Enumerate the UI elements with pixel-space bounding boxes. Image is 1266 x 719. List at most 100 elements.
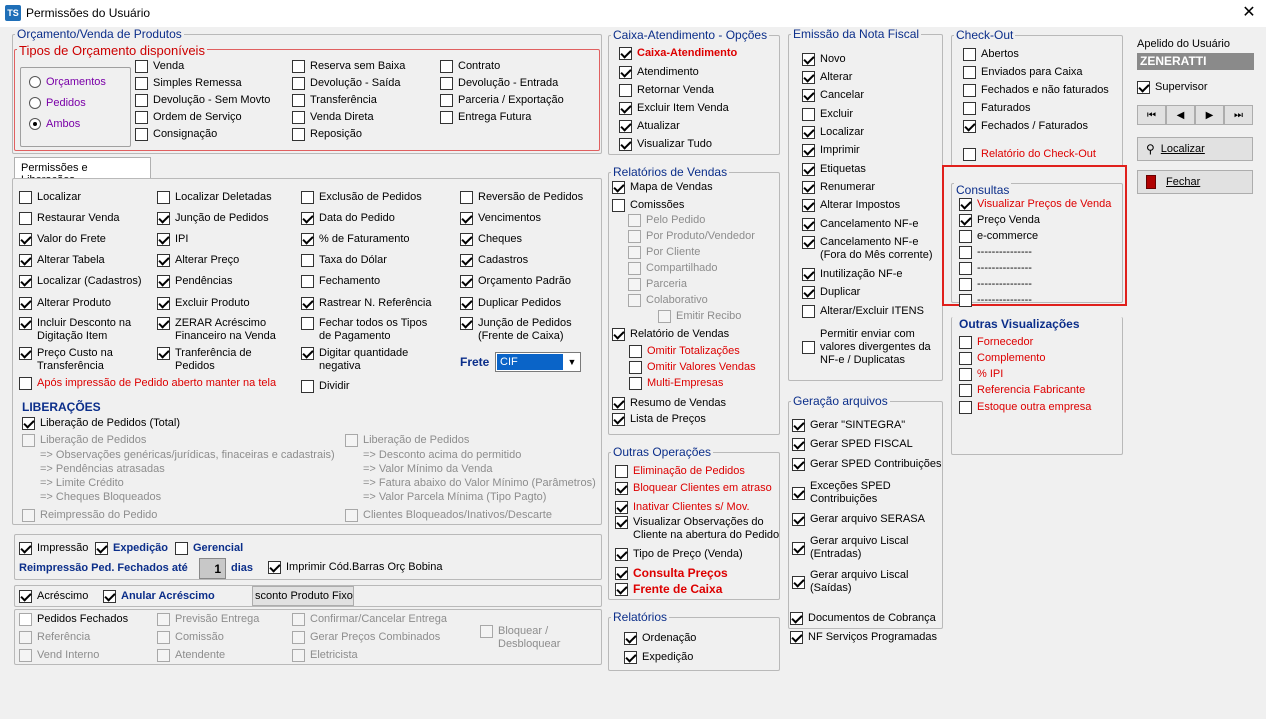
cb-restaurar-venda[interactable]: Restaurar Venda (19, 212, 120, 225)
cb-consulta-placeholder[interactable]: --------------- (959, 294, 1032, 307)
cb-fechar-tipos[interactable]: Fechar todos os Tipos de Pagamento (301, 317, 436, 343)
cb-comissao[interactable]: Comissão (157, 631, 224, 644)
cb-consulta-placeholder[interactable]: --------------- (959, 246, 1032, 259)
cb-juncao-frente-caixa[interactable]: Junção de Pedidos (Frente de Caixa) (460, 317, 580, 343)
cb-percent-ipi[interactable]: % IPI (959, 368, 1003, 381)
cb-acrescimo[interactable]: Acréscimo (19, 590, 88, 603)
cb-orcamento-padrao[interactable]: Orçamento Padrão (460, 275, 571, 288)
cb-bloquear-desbloquear[interactable]: Bloquear / Desbloquear (480, 625, 580, 651)
cb-alterar-produto[interactable]: Alterar Produto (19, 297, 111, 310)
cb-nf-cancelar[interactable]: Cancelar (802, 89, 864, 102)
cb-estoque-outra[interactable]: Estoque outra empresa (959, 401, 1091, 414)
cb-liberacao-left[interactable]: Liberação de Pedidos (22, 434, 146, 447)
cb-valor-frete[interactable]: Valor do Frete (19, 233, 106, 246)
cb-data-pedido[interactable]: Data do Pedido (301, 212, 395, 225)
cb-visualizar-obs[interactable]: Visualizar Observações do Cliente na abe… (615, 516, 780, 542)
frete-select[interactable]: CIF ▼ (495, 352, 581, 372)
cb-liberacao-total[interactable]: Liberação de Pedidos (Total) (22, 417, 180, 430)
cb-cadastros[interactable]: Cadastros (460, 254, 528, 267)
cb-reserva[interactable]: Reserva sem Baixa (292, 60, 405, 73)
cb-liscal-entradas[interactable]: Gerar arquivo Liscal (Entradas) (792, 535, 932, 561)
cb-preco-custo[interactable]: Preço Custo na Transferência (19, 347, 137, 373)
cb-sped-fiscal[interactable]: Gerar SPED FISCAL (792, 438, 913, 451)
cb-retornar-venda[interactable]: Retornar Venda (619, 84, 714, 97)
cb-parceria-exportacao[interactable]: Parceria / Exportação (440, 94, 564, 107)
cb-documentos-cobranca[interactable]: Documentos de Cobrança (790, 612, 936, 625)
cb-previsao-entrega[interactable]: Previsão Entrega (157, 613, 259, 626)
cb-expedicao[interactable]: Expedição (95, 542, 168, 555)
cb-visualizar-precos[interactable]: Visualizar Preços de Venda (959, 198, 1111, 211)
localizar-button[interactable]: ⚲ Localizar (1137, 137, 1253, 161)
cb-atualizar[interactable]: Atualizar (619, 120, 680, 133)
cb-localizar-deletadas[interactable]: Localizar Deletadas (157, 191, 272, 204)
cb-omitir-totalizacoes[interactable]: Omitir Totalizações (629, 345, 740, 358)
cb-nf-excluir[interactable]: Excluir (802, 108, 853, 121)
cb-excluir-produto[interactable]: Excluir Produto (157, 297, 250, 310)
cb-gerar-precos[interactable]: Gerar Preços Combinados (292, 631, 440, 644)
cb-tranferencia-pedidos[interactable]: Tranferência de Pedidos (157, 347, 267, 373)
cb-digitar-negativa[interactable]: Digitar quantidade negativa (301, 347, 421, 373)
cb-preco-venda[interactable]: Preço Venda (959, 214, 1040, 227)
cb-consulta-placeholder[interactable]: --------------- (959, 262, 1032, 275)
cb-nf-alterar-itens[interactable]: Alterar/Excluir ITENS (802, 305, 924, 318)
cb-zerar-acrescimo[interactable]: ZERAR Acréscimo Financeiro na Venda (157, 317, 282, 343)
cb-tipo-preco[interactable]: Tipo de Preço (Venda) (615, 548, 743, 561)
cb-nf-cancelamento-fora[interactable]: Cancelamento NF-e (Fora do Mês corrente) (802, 236, 940, 262)
cb-nf-permitir-divergentes[interactable]: Permitir enviar com valores divergentes … (802, 328, 940, 367)
fechar-button[interactable]: Fechar (1137, 170, 1253, 194)
cb-contrato[interactable]: Contrato (440, 60, 500, 73)
cb-compartilhado[interactable]: Compartilhado (628, 262, 718, 275)
cb-eletricista[interactable]: Eletricista (292, 649, 358, 662)
cb-exclusao-pedidos[interactable]: Exclusão de Pedidos (301, 191, 422, 204)
cb-complemento[interactable]: Complemento (959, 352, 1045, 365)
cb-cheques[interactable]: Cheques (460, 233, 522, 246)
cb-clientes-bloqueados[interactable]: Clientes Bloqueados/Inativos/Descarte (345, 509, 552, 522)
cb-mapa-vendas[interactable]: Mapa de Vendas (612, 181, 713, 194)
cb-sintegra[interactable]: Gerar "SINTEGRA" (792, 419, 905, 432)
cb-simples-remessa[interactable]: Simples Remessa (135, 77, 242, 90)
radio-orcamentos[interactable]: Orçamentos (29, 76, 106, 88)
cb-nf-duplicar[interactable]: Duplicar (802, 286, 860, 299)
cb-pedidos-fechados[interactable]: Pedidos Fechados (19, 613, 128, 626)
cb-expedicao-rel[interactable]: Expedição (624, 651, 693, 664)
cb-fechamento[interactable]: Fechamento (301, 275, 380, 288)
cb-taxa-dolar[interactable]: Taxa do Dólar (301, 254, 387, 267)
cb-imprimir-barras[interactable]: Imprimir Cód.Barras Orç Bobina (268, 561, 443, 574)
desconto-fixo-button[interactable]: sconto Produto Fixo (252, 586, 354, 606)
cb-supervisor[interactable]: Supervisor (1137, 81, 1208, 94)
cb-emitir-recibo[interactable]: Emitir Recibo (658, 310, 741, 323)
cb-frente-caixa[interactable]: Frente de Caixa (615, 583, 722, 596)
cb-enviados-caixa[interactable]: Enviados para Caixa (963, 66, 1083, 79)
tab-permissoes[interactable]: Permissões e Liberações (14, 157, 151, 186)
cb-nf-novo[interactable]: Novo (802, 53, 846, 66)
cb-reposicao[interactable]: Reposição (292, 128, 362, 141)
prev-record-icon[interactable]: ◀ (1166, 105, 1195, 125)
cb-reversao[interactable]: Reversão de Pedidos (460, 191, 583, 204)
cb-multi-empresas[interactable]: Multi-Empresas (629, 377, 723, 390)
cb-nf-inutilizacao[interactable]: Inutilização NF-e (802, 268, 903, 281)
cb-excluir-item-venda[interactable]: Excluir Item Venda (619, 102, 729, 115)
cb-pendencias[interactable]: Pendências (157, 275, 233, 288)
cb-excecoes-sped[interactable]: Exceções SPED Contribuições (792, 480, 932, 506)
cb-faturamento[interactable]: % de Faturamento (301, 233, 410, 246)
cb-localizar[interactable]: Localizar (19, 191, 81, 204)
cb-consulta-placeholder[interactable]: --------------- (959, 278, 1032, 291)
cb-nf-cancelamento[interactable]: Cancelamento NF-e (802, 218, 918, 231)
cb-ecommerce[interactable]: e-commerce (959, 230, 1038, 243)
cb-nf-imprimir[interactable]: Imprimir (802, 144, 860, 157)
cb-comissoes[interactable]: Comissões (612, 199, 684, 212)
cb-faturados[interactable]: Faturados (963, 102, 1031, 115)
cb-atendimento[interactable]: Atendimento (619, 66, 699, 79)
cb-localizar-cadastros[interactable]: Localizar (Cadastros) (19, 275, 142, 288)
cb-atendente[interactable]: Atendente (157, 649, 225, 662)
cb-fechados-faturados[interactable]: Fechados / Faturados (963, 120, 1088, 133)
cb-pelo-pedido[interactable]: Pelo Pedido (628, 214, 705, 227)
next-record-icon[interactable]: ▶ (1195, 105, 1224, 125)
cb-referencia[interactable]: Referência (19, 631, 90, 644)
last-record-icon[interactable]: ⏭ (1224, 105, 1253, 125)
cb-nf-etiquetas[interactable]: Etiquetas (802, 163, 866, 176)
cb-ordenacao[interactable]: Ordenação (624, 632, 696, 645)
radio-ambos[interactable]: Ambos (29, 118, 80, 130)
cb-inativar-clientes[interactable]: Inativar Clientes s/ Mov. (615, 501, 750, 514)
cb-vend-interno[interactable]: Vend Interno (19, 649, 99, 662)
